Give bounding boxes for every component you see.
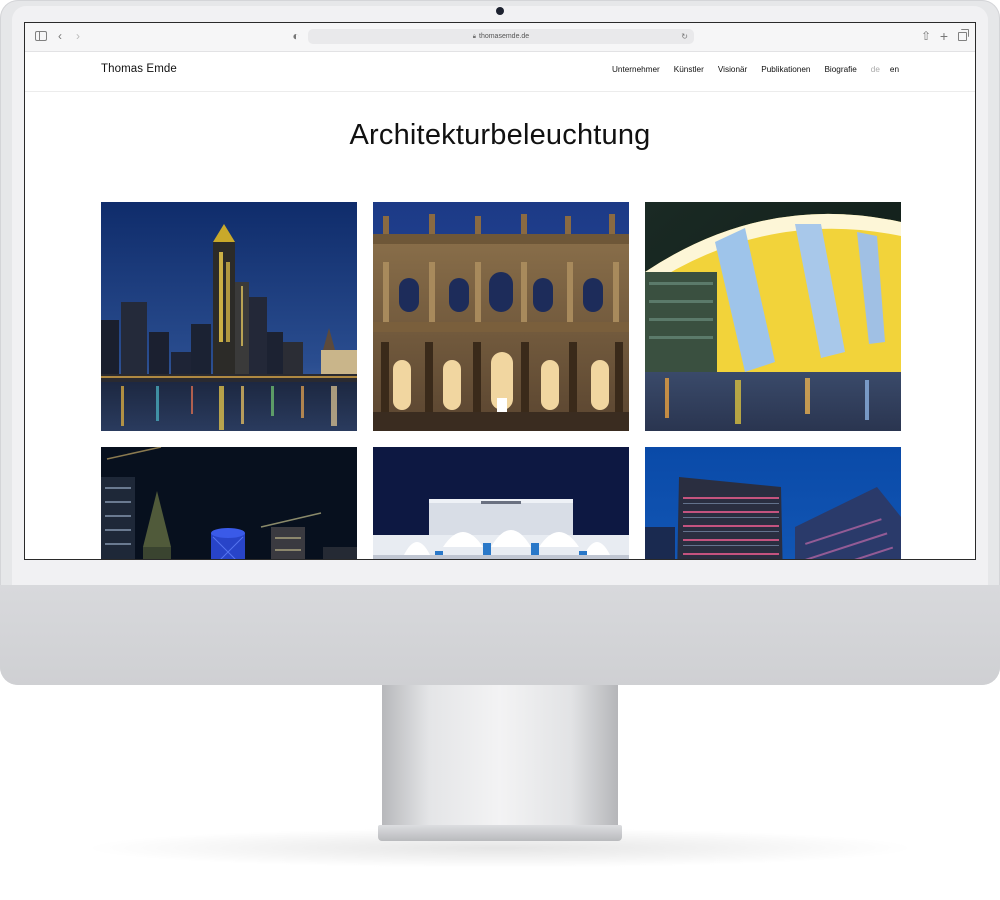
nav-visionaer[interactable]: Visionär <box>718 65 747 74</box>
site-header: Thomas Emde Unternehmer Künstler Visionä… <box>25 51 975 92</box>
gallery-image-towers[interactable] <box>101 447 357 559</box>
nav-unternehmer[interactable]: Unternehmer <box>612 65 660 74</box>
new-tab-icon[interactable]: + <box>939 29 949 43</box>
share-icon[interactable]: ⇧ <box>921 29 931 43</box>
monitor-stand-foot <box>378 825 622 841</box>
reload-icon[interactable]: ↻ <box>681 29 688 44</box>
nav-biografie[interactable]: Biografie <box>824 65 856 74</box>
lock-icon: 🔒︎ <box>472 34 476 40</box>
gallery-grid <box>101 202 901 559</box>
tab-overview-icon[interactable] <box>957 29 969 43</box>
main-nav: Unternehmer Künstler Visionär Publikatio… <box>612 65 899 74</box>
url-text: thomasemde.de <box>479 33 530 40</box>
lang-de[interactable]: de <box>871 65 880 74</box>
screen: ‹ › ◐ 🔒︎ thomasemde.de ↻ ⇧ + Thomas Emde … <box>24 22 976 560</box>
privacy-shield-icon[interactable]: ◐ <box>291 29 301 43</box>
gallery-image-palace[interactable] <box>373 447 629 559</box>
address-bar[interactable]: 🔒︎ thomasemde.de ↻ <box>308 29 694 44</box>
lang-en[interactable]: en <box>890 65 899 74</box>
gallery-image-skyline[interactable] <box>101 202 357 431</box>
monitor-stand <box>382 685 618 825</box>
nav-publikationen[interactable]: Publikationen <box>761 65 810 74</box>
nav-kuenstler[interactable]: Künstler <box>674 65 704 74</box>
sidebar-toggle-icon[interactable] <box>35 29 47 43</box>
page-title: Architekturbeleuchtung <box>349 119 651 151</box>
camera-icon <box>496 7 504 15</box>
gallery-image-arena[interactable] <box>645 202 901 431</box>
browser-toolbar: ‹ › ◐ 🔒︎ thomasemde.de ↻ ⇧ + <box>25 23 975 52</box>
back-icon[interactable]: ‹ <box>55 29 65 43</box>
site-logo[interactable]: Thomas Emde <box>101 63 177 75</box>
monitor-chin <box>0 585 1000 685</box>
forward-icon[interactable]: › <box>73 29 83 43</box>
gallery-image-facade[interactable] <box>373 202 629 431</box>
gallery-image-highrises[interactable] <box>645 447 901 559</box>
